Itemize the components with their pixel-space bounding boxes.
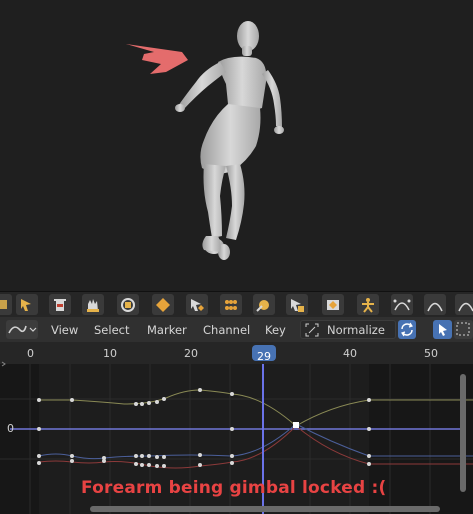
normalize-toggle[interactable]: Normalize	[300, 320, 396, 339]
hand-icon[interactable]	[82, 294, 104, 315]
key-dots-icon[interactable]	[220, 294, 242, 315]
value-axis-zero: 0	[7, 422, 14, 435]
bone-roll-icon[interactable]	[253, 294, 275, 315]
curve-arc-icon[interactable]	[424, 294, 446, 315]
curve-tool-icon[interactable]	[455, 294, 473, 315]
keyframe-tag-icon[interactable]	[322, 294, 344, 315]
vertical-scrollbar[interactable]	[460, 374, 466, 492]
keyframe-insert-icon[interactable]	[152, 294, 174, 315]
box-select-icon	[456, 322, 470, 336]
frame-tick-50: 50	[424, 347, 438, 360]
3d-viewport[interactable]	[0, 0, 473, 291]
armature-icon[interactable]	[357, 294, 379, 315]
box-select-button[interactable]	[454, 320, 473, 339]
frame-tick-0: 0	[27, 347, 34, 360]
horizontal-scrollbar[interactable]	[90, 506, 440, 512]
normalize-icon	[305, 323, 319, 337]
normalize-label: Normalize	[327, 323, 385, 337]
annotation-arrow	[126, 44, 188, 74]
annotation-caption: Forearm being gimbal locked :(	[81, 478, 387, 498]
current-frame-label: 29	[257, 350, 271, 363]
graph-editor-header: View Select Marker Channel Key Normalize	[0, 317, 473, 342]
editor-type-selector[interactable]	[6, 320, 38, 339]
menu-select[interactable]: Select	[94, 323, 129, 337]
frame-tick-20: 20	[184, 347, 198, 360]
keyframe-points[interactable]	[37, 388, 371, 468]
frame-tick-40: 40	[343, 347, 357, 360]
menu-view[interactable]: View	[51, 323, 78, 337]
frame-tick-10: 10	[103, 347, 117, 360]
menu-channel[interactable]: Channel	[203, 323, 250, 337]
selected-keyframe[interactable]	[293, 422, 299, 428]
menu-key[interactable]: Key	[265, 323, 286, 337]
curve-points-icon[interactable]	[391, 294, 413, 315]
auto-normalize-button[interactable]	[398, 320, 416, 339]
select-mode-button[interactable]	[433, 320, 452, 339]
refresh-icon	[401, 322, 413, 337]
viewport-canvas	[126, 21, 284, 260]
cursor-icon	[439, 324, 447, 336]
menu-marker[interactable]: Marker	[147, 323, 187, 337]
select-keys-icon[interactable]	[186, 294, 208, 315]
pose-paste-icon[interactable]	[286, 294, 308, 315]
character-figure	[175, 21, 284, 260]
rotate-icon[interactable]	[117, 294, 139, 315]
current-frame-indicator[interactable]: 29	[252, 345, 276, 363]
trash-icon[interactable]	[49, 294, 71, 315]
tool-pose-icon-0[interactable]	[0, 294, 12, 315]
pose-toolbar	[0, 291, 473, 317]
pose-select-icon[interactable]	[16, 294, 38, 315]
